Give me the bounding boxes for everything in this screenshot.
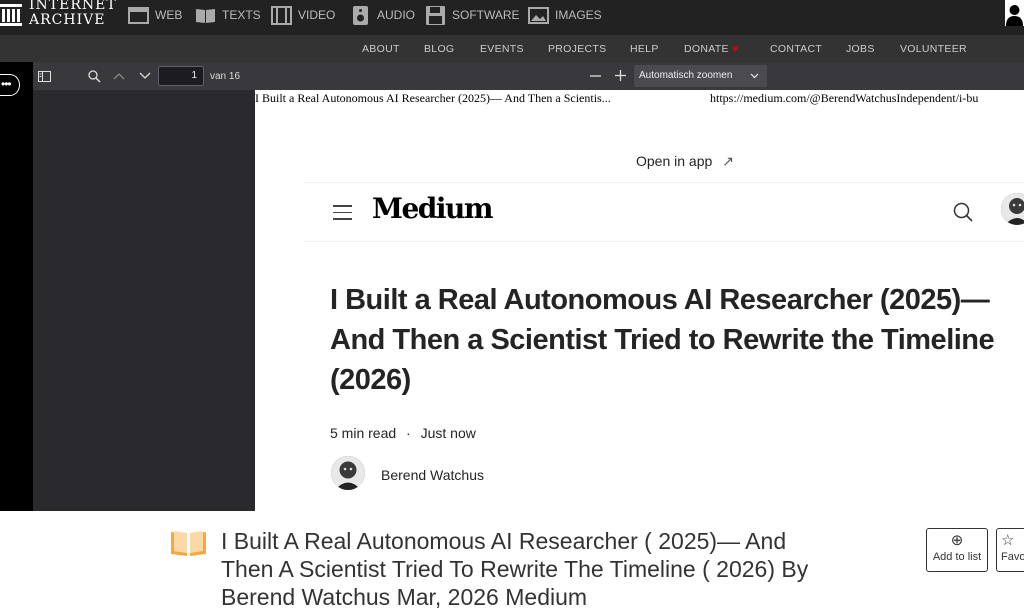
avatar[interactable] [1001, 193, 1024, 225]
avatar-photo [1001, 193, 1024, 225]
user-icon [1006, 5, 1023, 26]
author-name[interactable]: Berend Watchus [381, 467, 484, 483]
author-avatar[interactable] [331, 456, 365, 490]
user-menu-button[interactable] [1005, 0, 1024, 26]
zoom-in-icon[interactable] [615, 70, 626, 81]
find-search-icon[interactable] [88, 70, 101, 83]
nav-projects[interactable]: PROJECTS [548, 43, 606, 55]
pdf-header-title: I Built a Real Autonomous AI Researcher … [255, 91, 611, 105]
web-icon [128, 6, 149, 24]
nav-donate-label: DONATE [684, 43, 729, 55]
nav-help[interactable]: HELP [630, 43, 659, 55]
media-audio-label: AUDIO [377, 8, 416, 22]
previous-page-icon[interactable] [113, 72, 125, 80]
media-video-label: VIDEO [298, 8, 336, 22]
post-time: Just now [420, 425, 476, 441]
film-icon [271, 5, 292, 25]
pdf-header-url[interactable]: https://medium.com/@BerendWatchusIndepen… [710, 91, 978, 106]
next-page-icon[interactable] [139, 72, 151, 80]
author-photo [331, 456, 365, 490]
divider [303, 241, 1024, 242]
floppy-icon [426, 5, 445, 25]
pdf-page: I Built a Real Autonomous AI Researcher … [255, 90, 1024, 511]
pdf-thumbnail-sidebar [33, 90, 255, 511]
medium-wordmark[interactable]: Medium [372, 192, 494, 225]
media-web-label: WEB [155, 8, 183, 22]
zoom-select-value: Automatisch zoomen [639, 70, 733, 81]
nav-jobs[interactable]: JOBS [846, 43, 875, 55]
book-icon [196, 8, 215, 23]
left-sidebar-strip [0, 62, 33, 511]
media-software-label: SOFTWARE [452, 8, 520, 22]
media-audio[interactable]: AUDIO [350, 5, 415, 25]
pdf-viewer-toolbar: 1 van 16 Automatisch zoomen [33, 62, 1024, 90]
read-time: 5 min read [330, 425, 397, 441]
divider [303, 182, 1024, 183]
media-web[interactable]: WEB [128, 5, 182, 25]
media-software[interactable]: SOFTWARE [425, 5, 520, 25]
secondary-navigation: ABOUT BLOG EVENTS PROJECTS HELP DONATE ♥… [0, 35, 1024, 62]
add-to-list-label: Add to list [932, 551, 982, 563]
zoom-select[interactable]: Automatisch zoomen [634, 65, 767, 87]
article-title: I Built a Real Autonomous AI Researcher … [330, 284, 995, 396]
speaker-icon [353, 5, 368, 25]
page-count-label: van 16 [210, 71, 241, 82]
nav-blog[interactable]: BLOG [424, 43, 454, 55]
add-to-list-button[interactable]: ⊕ Add to list [926, 528, 988, 572]
heart-icon: ♥ [732, 44, 739, 55]
nav-events[interactable]: EVENTS [480, 43, 524, 55]
hamburger-menu-icon[interactable] [333, 205, 352, 220]
ellipsis-icon: ••• [1, 77, 12, 91]
internet-archive-logo[interactable]: INTERNET ARCHIVE [0, 0, 117, 30]
nav-about[interactable]: ABOUT [362, 43, 400, 55]
plus-circle-icon: ⊕ [950, 532, 964, 549]
item-title: I Built A Real Autonomous AI Researcher … [221, 528, 809, 610]
nav-donate[interactable]: DONATE ♥ [684, 43, 738, 55]
archive-building-icon [0, 4, 22, 26]
nav-volunteer[interactable]: VOLUNTEER [900, 43, 967, 55]
media-texts[interactable]: TEXTS [195, 5, 261, 25]
media-texts-label: TEXTS [222, 8, 261, 22]
star-icon: ☆ [1001, 532, 1015, 549]
top-navigation: INTERNET ARCHIVE WEB TEXTS VIDEO AUDIO S… [0, 0, 1024, 35]
search-icon[interactable] [953, 202, 973, 222]
favorite-label: Favorite [1001, 551, 1024, 563]
favorite-button[interactable]: ☆ Favorite [996, 528, 1024, 572]
logo-line2: ARCHIVE [29, 12, 106, 28]
sidebar-toggle-icon[interactable] [38, 71, 51, 82]
arrow-up-right-icon: ↗ [722, 153, 734, 169]
open-book-icon [171, 531, 206, 556]
chevron-down-icon [750, 73, 759, 79]
article-meta: 5 min read · Just now [330, 425, 476, 441]
open-in-app-label: Open in app [636, 153, 713, 169]
media-images-label: IMAGES [555, 8, 602, 22]
logo-text: INTERNET ARCHIVE [29, 0, 117, 28]
zoom-out-icon[interactable] [590, 75, 601, 77]
meta-separator: · [406, 425, 411, 441]
page-number-input[interactable]: 1 [158, 66, 204, 86]
media-images[interactable]: IMAGES [528, 5, 602, 25]
media-video[interactable]: VIDEO [271, 5, 335, 25]
more-options-button[interactable]: ••• [0, 74, 20, 96]
nav-contact[interactable]: CONTACT [770, 43, 822, 55]
image-icon [528, 6, 549, 24]
open-in-app-link[interactable]: Open in app ↗ [636, 153, 734, 170]
